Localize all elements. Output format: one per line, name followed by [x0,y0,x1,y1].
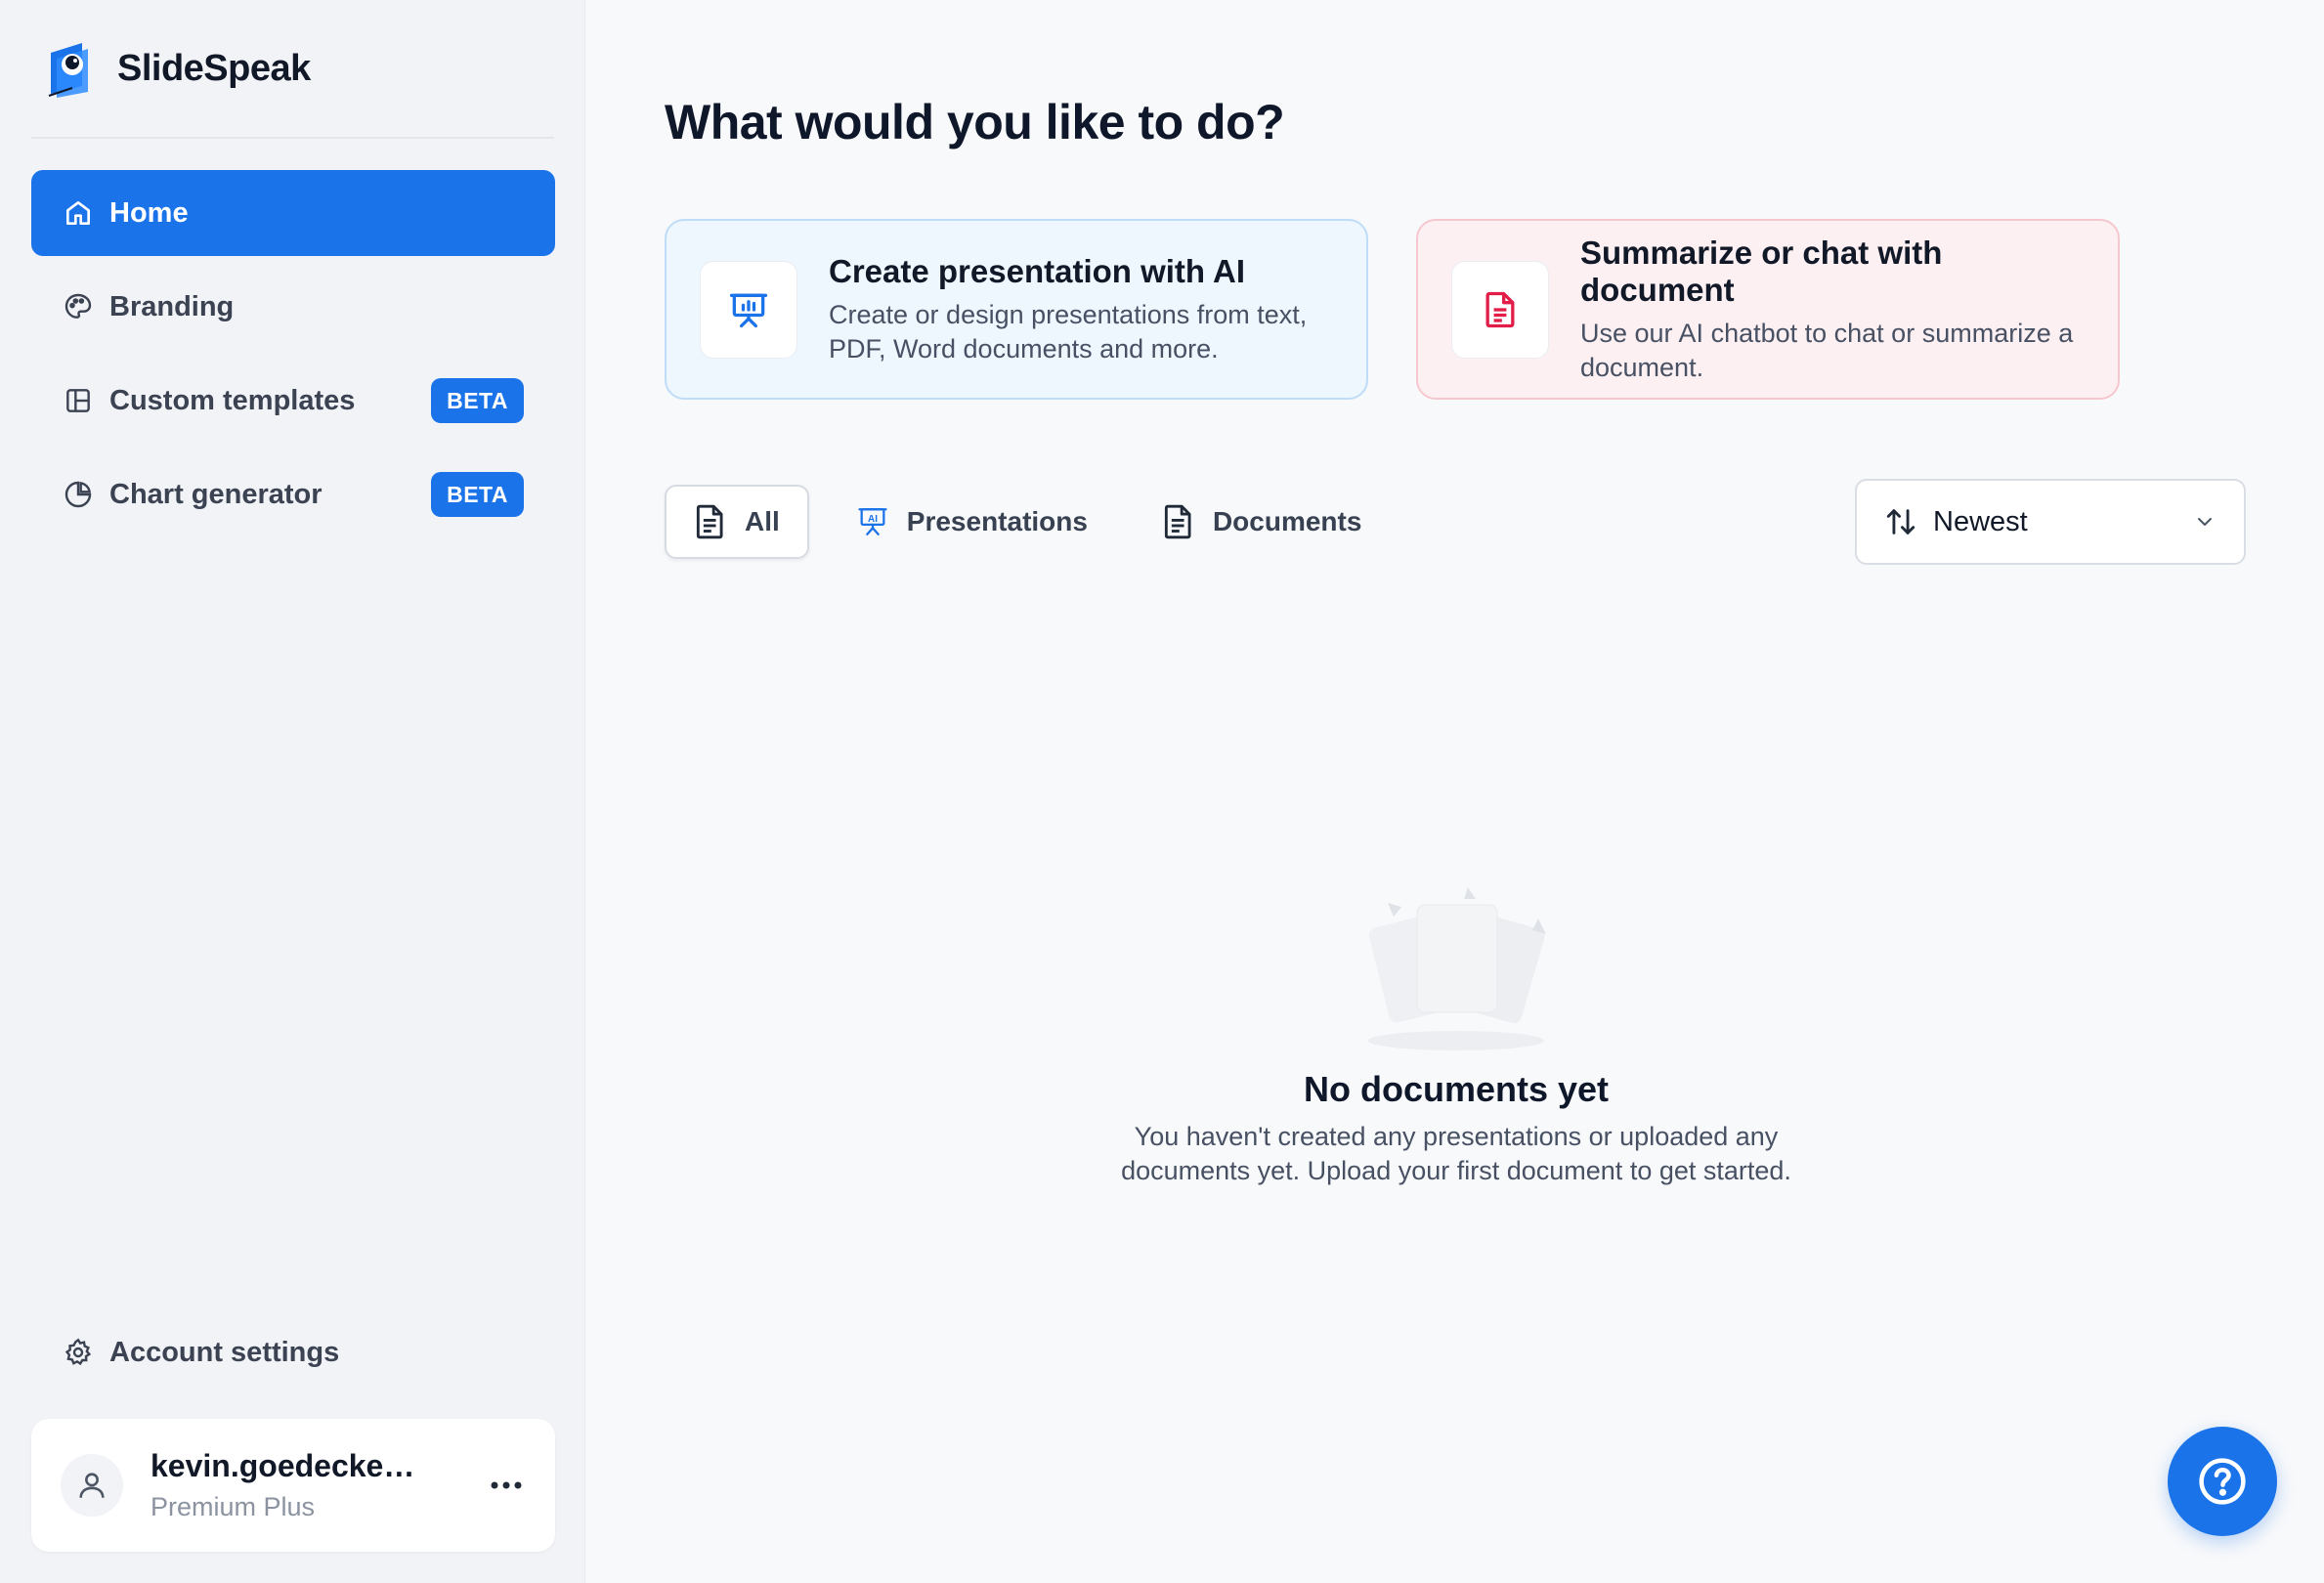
ai-presentation-icon: AI [858,508,887,535]
user-icon [79,1473,105,1498]
page-title: What would you like to do? [665,95,1285,150]
more-horizontal-icon [491,1481,522,1489]
user-email: kevin.goedecke@g... [151,1448,444,1483]
document-icon [1485,291,1515,327]
sidebar-item-chart-generator[interactable]: Chart generator BETA [31,451,555,537]
sidebar-item-label: Chart generator [109,478,323,510]
sidebar-divider [31,137,554,139]
document-icon [696,504,723,539]
user-card[interactable]: kevin.goedecke@g... Premium Plus [31,1419,555,1552]
beta-badge: BETA [431,472,524,517]
card-description: Use our AI chatbot to chat or summarize … [1580,318,2074,382]
tab-all[interactable]: All [665,485,809,559]
card-text: Summarize or chat with document Use our … [1580,235,2085,385]
layout-icon [66,389,90,412]
sidebar-nav: Home Branding Custom templates BETA Char… [31,170,555,545]
beta-badge: BETA [431,378,524,423]
gear-icon [65,1338,92,1366]
card-title: Summarize or chat with document [1580,234,1943,308]
sidebar-item-label: Custom templates [109,384,356,416]
sidebar-item-label: Home [109,196,189,229]
account-settings-link[interactable]: Account settings [31,1309,555,1395]
presentation-icon [729,293,768,327]
home-icon [66,201,90,225]
slidespeak-logo-icon [48,43,88,98]
card-text: Create presentation with AI Create or de… [829,253,1333,366]
more-options-button[interactable] [487,1466,526,1505]
document-icon [1164,504,1191,539]
help-button[interactable] [2168,1427,2277,1536]
svg-text:AI: AI [868,514,878,525]
card-title: Create presentation with AI [829,252,1246,289]
sort-dropdown[interactable]: Newest [1855,479,2246,565]
tab-presentations[interactable]: AI Presentations [829,485,1115,559]
empty-state-title: No documents yet [1303,1069,1610,1109]
filter-tabs: All AI Presentations Documents [665,485,1408,559]
user-plan: Premium Plus [151,1492,316,1521]
sidebar-item-custom-templates[interactable]: Custom templates BETA [31,358,555,444]
card-icon-container [1451,260,1549,359]
card-icon-container [700,260,797,359]
sidebar-item-home[interactable]: Home [31,170,555,256]
chevron-down-icon [2198,518,2212,526]
palette-icon [65,293,92,319]
sidebar-item-label: Branding [109,290,235,322]
question-circle-icon [2199,1458,2246,1505]
tab-documents[interactable]: Documents [1135,485,1389,559]
empty-documents-illustration [1368,887,1546,1050]
user-info: kevin.goedecke@g... Premium Plus [151,1448,487,1522]
summarize-document-card[interactable]: Summarize or chat with document Use our … [1416,219,2120,400]
sort-selected-value: Newest [1933,505,2028,537]
pie-chart-icon [65,481,92,508]
sort-arrows-icon [1886,509,1915,535]
create-presentation-card[interactable]: Create presentation with AI Create or de… [665,219,1368,400]
card-description: Create or design presentations from text… [829,299,1308,364]
empty-state: No documents yet You haven't created any… [1085,879,1828,1188]
sidebar-item-branding[interactable]: Branding [31,264,555,350]
account-settings-label: Account settings [109,1336,340,1368]
tab-label: Documents [1212,506,1362,536]
sidebar: SlideSpeak Home Branding Custom template… [0,0,585,1583]
empty-state-text: You haven't created any presentations or… [1121,1122,1791,1185]
brand[interactable]: SlideSpeak [43,39,311,98]
avatar [61,1454,123,1517]
brand-name: SlideSpeak [117,47,311,89]
tab-label: Presentations [906,506,1088,536]
tab-label: All [745,506,780,536]
